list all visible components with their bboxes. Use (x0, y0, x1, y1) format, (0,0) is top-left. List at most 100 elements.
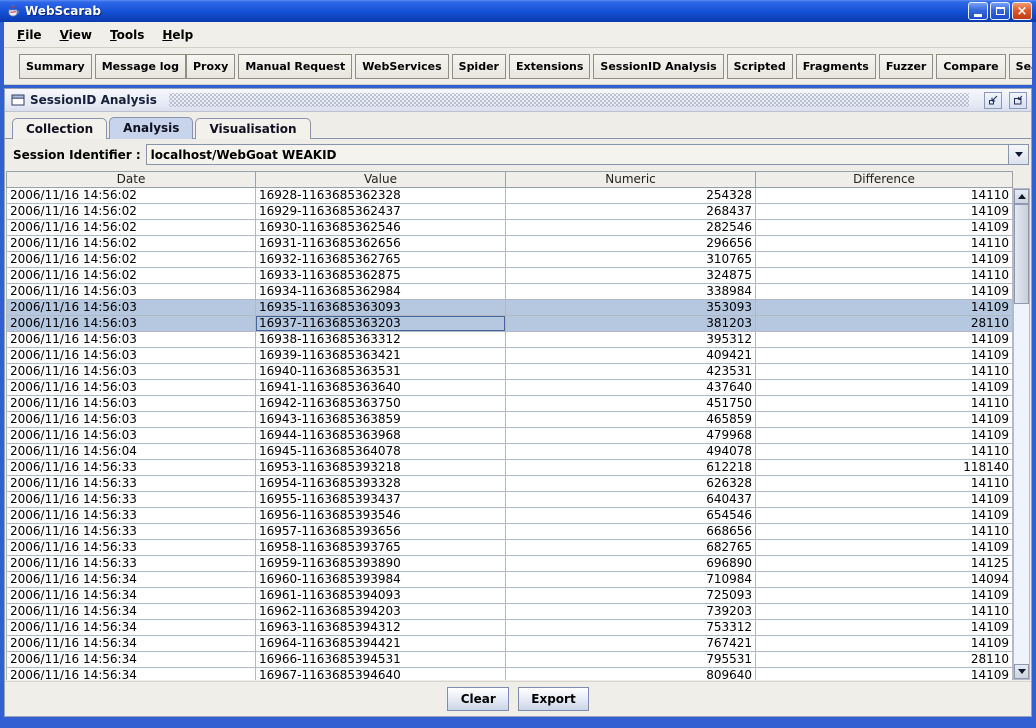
table-cell[interactable]: 16941-1163685363640 (256, 380, 506, 395)
table-row[interactable]: 2006/11/16 14:56:34 16962-1163685394203 73… (6, 604, 1013, 620)
table-cell[interactable]: 14109 (756, 284, 1013, 299)
table-cell[interactable]: 14109 (756, 620, 1013, 635)
table-cell[interactable]: 16935-1163685363093 (256, 300, 506, 315)
table-row[interactable]: 2006/11/16 14:56:02 16928-1163685362328 25… (6, 188, 1013, 204)
table-cell[interactable]: 739203 (506, 604, 756, 619)
table-cell[interactable]: 16958-1163685393765 (256, 540, 506, 555)
column-header-value[interactable]: Value (256, 171, 506, 188)
table-cell[interactable]: 16938-1163685363312 (256, 332, 506, 347)
table-cell[interactable]: 14110 (756, 268, 1013, 283)
table-cell[interactable]: 14109 (756, 588, 1013, 603)
table-row[interactable]: 2006/11/16 14:56:33 16956-1163685393546 65… (6, 508, 1013, 524)
table-cell[interactable]: 795531 (506, 652, 756, 667)
table-cell[interactable]: 626328 (506, 476, 756, 491)
table-cell[interactable]: 338984 (506, 284, 756, 299)
table-cell[interactable]: 2006/11/16 14:56:03 (6, 348, 256, 363)
table-cell[interactable]: 2006/11/16 14:56:33 (6, 556, 256, 571)
table-cell[interactable]: 14109 (756, 380, 1013, 395)
table-cell[interactable]: 14109 (756, 540, 1013, 555)
table-cell[interactable]: 324875 (506, 268, 756, 283)
toolbar-button-fragments[interactable]: Fragments (795, 53, 876, 79)
table-row[interactable]: 2006/11/16 14:56:03 16938-1163685363312 39… (6, 332, 1013, 348)
table-cell[interactable]: 14110 (756, 236, 1013, 251)
table-cell[interactable]: 353093 (506, 300, 756, 315)
table-cell[interactable]: 14109 (756, 428, 1013, 443)
table-cell[interactable]: 16959-1163685393890 (256, 556, 506, 571)
table-cell[interactable]: 16955-1163685393437 (256, 492, 506, 507)
table-row[interactable]: 2006/11/16 14:56:33 16957-1163685393656 66… (6, 524, 1013, 540)
table-cell[interactable]: 395312 (506, 332, 756, 347)
table-cell[interactable]: 16960-1163685393984 (256, 572, 506, 587)
menu-view[interactable]: View (51, 25, 101, 45)
table-row[interactable]: 2006/11/16 14:56:03 16940-1163685363531 42… (6, 364, 1013, 380)
table-row[interactable]: 2006/11/16 14:56:33 16959-1163685393890 69… (6, 556, 1013, 572)
table-cell[interactable]: 654546 (506, 508, 756, 523)
toolbar-button-message-log[interactable]: Message log (94, 53, 186, 79)
table-cell[interactable]: 16956-1163685393546 (256, 508, 506, 523)
table-cell[interactable]: 296656 (506, 236, 756, 251)
table-cell[interactable]: 16932-1163685362765 (256, 252, 506, 267)
toolbar-button-sessionid-analysis[interactable]: SessionID Analysis (593, 53, 724, 79)
table-cell[interactable]: 423531 (506, 364, 756, 379)
table-cell[interactable]: 2006/11/16 14:56:34 (6, 604, 256, 619)
table-cell[interactable]: 14109 (756, 412, 1013, 427)
table-cell[interactable]: 2006/11/16 14:56:34 (6, 588, 256, 603)
table-cell[interactable]: 16945-1163685364078 (256, 444, 506, 459)
table-cell[interactable]: 16957-1163685393656 (256, 524, 506, 539)
table-cell[interactable]: 2006/11/16 14:56:03 (6, 316, 256, 331)
table-cell[interactable]: 16967-1163685394640 (256, 668, 506, 680)
table-row[interactable]: 2006/11/16 14:56:02 16932-1163685362765 31… (6, 252, 1013, 268)
table-cell[interactable]: 14109 (756, 492, 1013, 507)
table-cell[interactable]: 2006/11/16 14:56:34 (6, 636, 256, 651)
toolbar-button-extensions[interactable]: Extensions (508, 53, 591, 79)
table-cell[interactable]: 16961-1163685394093 (256, 588, 506, 603)
table-cell[interactable]: 409421 (506, 348, 756, 363)
table-cell[interactable]: 16940-1163685363531 (256, 364, 506, 379)
table-cell[interactable]: 14110 (756, 396, 1013, 411)
table-cell[interactable]: 14109 (756, 348, 1013, 363)
export-button[interactable]: Export (518, 687, 589, 711)
table-cell[interactable]: 14110 (756, 604, 1013, 619)
table-cell[interactable]: 16954-1163685393328 (256, 476, 506, 491)
table-cell[interactable]: 14109 (756, 300, 1013, 315)
table-cell[interactable]: 2006/11/16 14:56:03 (6, 396, 256, 411)
table-cell[interactable]: 14109 (756, 636, 1013, 651)
tab-analysis[interactable]: Analysis (109, 117, 194, 139)
table-cell[interactable]: 14109 (756, 508, 1013, 523)
table-row[interactable]: 2006/11/16 14:56:03 16943-1163685363859 46… (6, 412, 1013, 428)
table-cell[interactable]: 16933-1163685362875 (256, 268, 506, 283)
table-cell[interactable]: 16942-1163685363750 (256, 396, 506, 411)
table-row[interactable]: 2006/11/16 14:56:04 16945-1163685364078 49… (6, 444, 1013, 460)
table-cell[interactable]: 14109 (756, 204, 1013, 219)
tab-visualisation[interactable]: Visualisation (195, 118, 311, 139)
table-cell[interactable]: 16934-1163685362984 (256, 284, 506, 299)
table-row[interactable]: 2006/11/16 14:56:03 16939-1163685363421 40… (6, 348, 1013, 364)
table-cell[interactable]: 725093 (506, 588, 756, 603)
table-cell[interactable]: 14110 (756, 444, 1013, 459)
restore-button[interactable] (1009, 91, 1027, 109)
table-row[interactable]: 2006/11/16 14:56:33 16955-1163685393437 64… (6, 492, 1013, 508)
table-cell[interactable]: 437640 (506, 380, 756, 395)
table-cell[interactable]: 2006/11/16 14:56:02 (6, 204, 256, 219)
table-cell[interactable]: 16937-1163685363203 (256, 316, 506, 331)
table-row[interactable]: 2006/11/16 14:56:03 16942-1163685363750 45… (6, 396, 1013, 412)
table-cell[interactable]: 2006/11/16 14:56:03 (6, 428, 256, 443)
toolbar-button-webservices[interactable]: WebServices (355, 53, 449, 79)
table-row[interactable]: 2006/11/16 14:56:34 16960-1163685393984 71… (6, 572, 1013, 588)
table-cell[interactable]: 14109 (756, 332, 1013, 347)
table-cell[interactable]: 612218 (506, 460, 756, 475)
table-cell[interactable]: 2006/11/16 14:56:02 (6, 236, 256, 251)
table-cell[interactable]: 310765 (506, 252, 756, 267)
table-row[interactable]: 2006/11/16 14:56:02 16929-1163685362437 26… (6, 204, 1013, 220)
table-cell[interactable]: 2006/11/16 14:56:33 (6, 492, 256, 507)
vertical-scrollbar[interactable] (1013, 188, 1030, 680)
table-row[interactable]: 2006/11/16 14:56:33 16958-1163685393765 68… (6, 540, 1013, 556)
table-cell[interactable]: 2006/11/16 14:56:33 (6, 460, 256, 475)
table-cell[interactable]: 2006/11/16 14:56:03 (6, 380, 256, 395)
table-cell[interactable]: 668656 (506, 524, 756, 539)
menu-help[interactable]: Help (153, 25, 202, 45)
scrollbar-thumb[interactable] (1014, 204, 1029, 304)
table-row[interactable]: 2006/11/16 14:56:34 16967-1163685394640 80… (6, 668, 1013, 680)
menu-file[interactable]: File (8, 25, 51, 45)
internal-frame-titlebar[interactable]: SessionID Analysis (5, 89, 1031, 112)
